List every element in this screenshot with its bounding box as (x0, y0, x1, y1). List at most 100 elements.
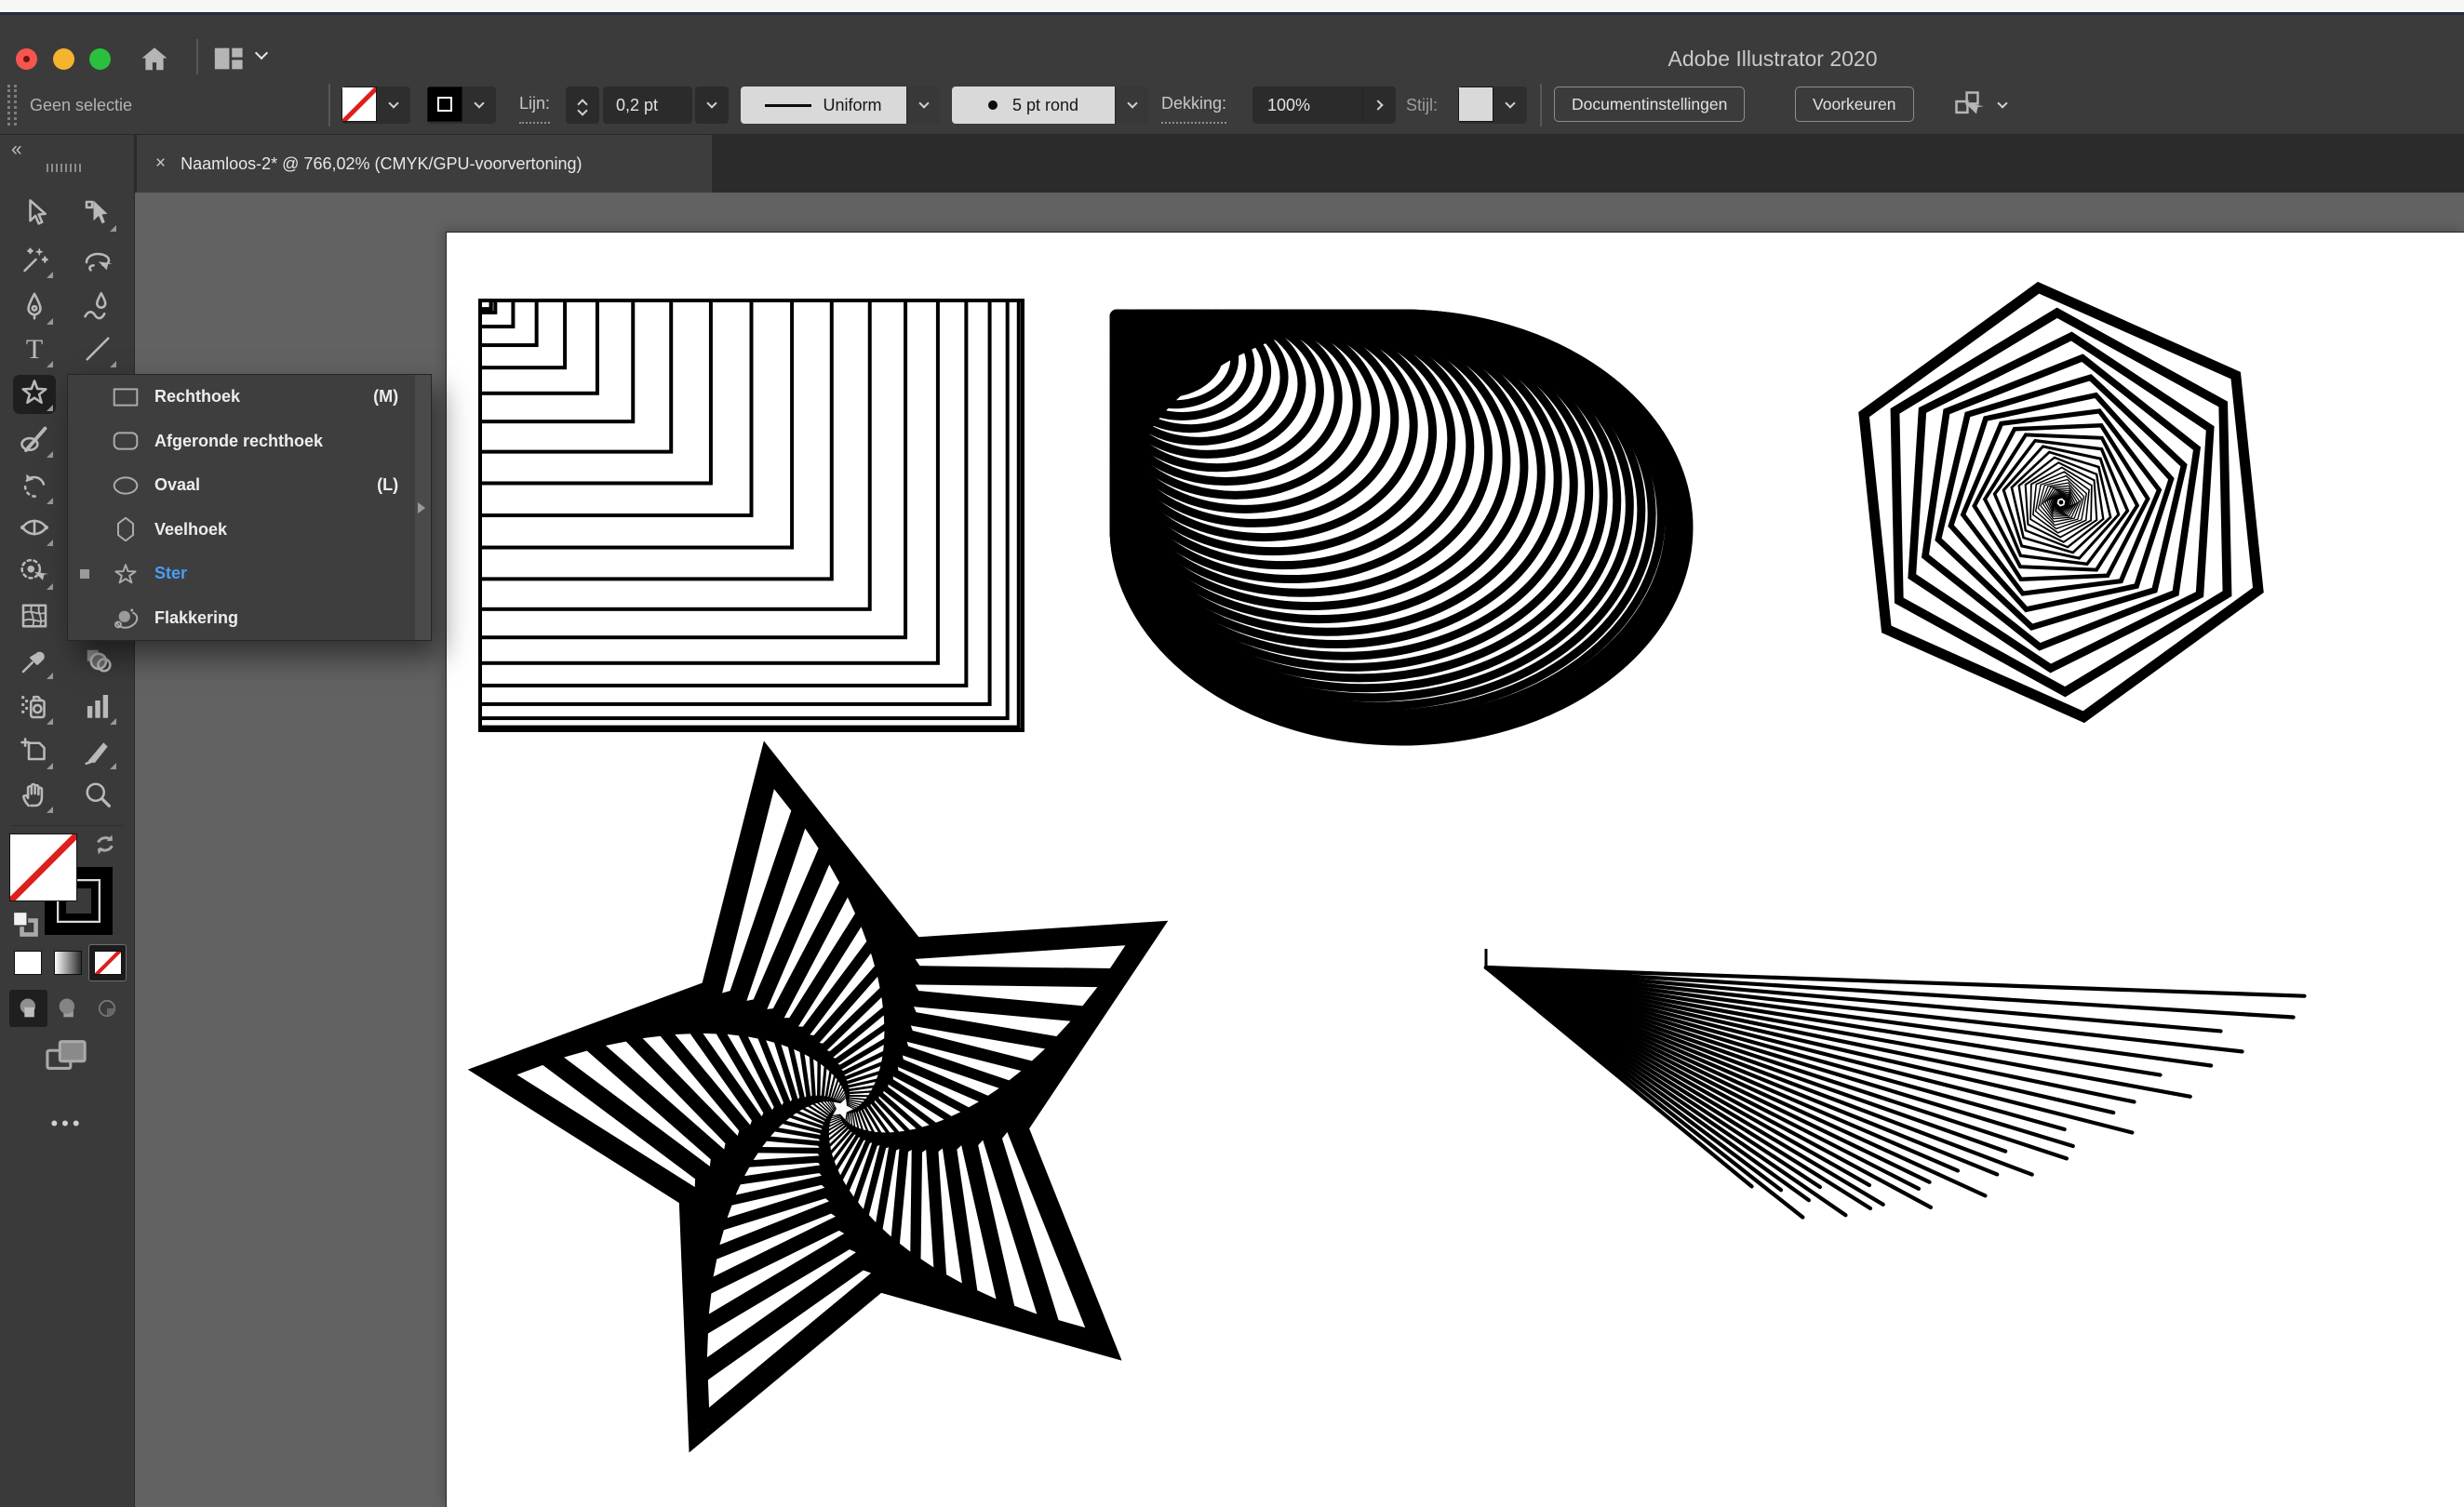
control-bar: Geen selectie Lijn: 0,2 pt Uniform (0, 74, 2464, 135)
rotate-tool[interactable] (13, 468, 56, 507)
slice-tool[interactable] (76, 733, 119, 772)
star-tool[interactable] (13, 375, 56, 414)
column-graph-tool[interactable] (76, 688, 119, 727)
artboard-icon (18, 734, 51, 772)
home-icon[interactable] (138, 43, 171, 76)
mesh-tool[interactable] (13, 598, 56, 637)
flyout-item-afgeronde-rechthoek[interactable]: Afgeronde rechthoek (68, 420, 415, 464)
color-button[interactable] (9, 944, 47, 981)
flyout-item-label: Ster (154, 564, 187, 583)
width-profile-value[interactable]: Uniform (741, 87, 906, 124)
flyout-item-label: Veelhoek (154, 520, 227, 540)
draw-normal-icon[interactable] (9, 990, 47, 1027)
flyout-item-flakkering[interactable]: Flakkering (68, 596, 415, 641)
selection-tool[interactable] (13, 195, 56, 234)
selection-icon (18, 196, 51, 234)
stroke-weight-value[interactable]: 0,2 pt (603, 87, 692, 124)
none-button[interactable] (88, 944, 127, 981)
style-dropdown[interactable] (1458, 87, 1527, 124)
align-chevron-icon[interactable] (1999, 87, 2006, 124)
fill-none-swatch[interactable] (341, 87, 377, 122)
puppet-warp-tool[interactable] (13, 553, 56, 593)
column-graph-icon (81, 689, 114, 727)
shaper-tool[interactable] (13, 421, 56, 460)
gradient-button[interactable] (49, 944, 87, 981)
hand-tool[interactable] (13, 777, 56, 816)
pen-tool[interactable] (13, 288, 56, 327)
draw-inside-icon[interactable] (88, 990, 127, 1027)
document-tab-title: Naamloos-2* @ 766,02% (CMYK/GPU-voorvert… (181, 154, 582, 174)
line-segment-tool[interactable] (76, 331, 119, 370)
workspace-switcher-icon[interactable] (210, 43, 246, 74)
stroke-color-dropdown[interactable] (427, 87, 496, 124)
stroke-weight-stepper[interactable] (566, 87, 599, 124)
stroke-weight-label[interactable]: Lijn: (519, 87, 550, 124)
polygon-icon (110, 517, 141, 541)
align-to-selection-icon[interactable] (1950, 87, 1988, 124)
flyout-tearoff-strip[interactable] (415, 375, 431, 640)
symbol-sprayer-icon (18, 689, 51, 727)
edit-toolbar-button[interactable]: ••• (50, 1112, 83, 1136)
rounded-rectangle-icon (110, 429, 141, 453)
close-window-button[interactable] (16, 48, 37, 70)
flyout-item-rechthoek[interactable]: Rechthoek(M) (68, 375, 415, 420)
preferences-button[interactable]: Voorkeuren (1795, 87, 1914, 122)
line-segment-icon (81, 332, 114, 370)
hand-icon (18, 778, 51, 816)
curvature-tool[interactable] (76, 288, 119, 327)
flyout-item-veelhoek[interactable]: Veelhoek (68, 508, 415, 553)
stroke-black-swatch[interactable] (427, 87, 462, 122)
type-icon: T (18, 332, 51, 370)
stroke-chevron-icon[interactable] (462, 87, 496, 124)
panel-drag-handle[interactable] (7, 85, 17, 126)
workspace-chevron-icon[interactable] (257, 52, 266, 58)
opacity-chevron-icon[interactable] (1362, 87, 1396, 124)
lasso-icon (81, 243, 114, 281)
type-tool[interactable]: T (13, 331, 56, 370)
symbol-sprayer-tool[interactable] (13, 688, 56, 727)
zoom-window-button[interactable] (89, 48, 111, 70)
tab-close-icon[interactable]: × (155, 153, 166, 174)
window-title: Adobe Illustrator 2020 (1667, 47, 1877, 72)
blend-tool[interactable] (76, 643, 119, 682)
draw-behind-icon[interactable] (48, 990, 87, 1027)
width-profile-dropdown[interactable]: Uniform (741, 87, 940, 124)
flyout-item-label: Flakkering (154, 608, 238, 628)
width-tool[interactable] (13, 510, 56, 549)
star-icon (110, 562, 141, 586)
fill-chevron-icon[interactable] (377, 87, 410, 124)
magic-wand-tool[interactable] (13, 242, 56, 281)
brush-chevron-icon[interactable] (1115, 87, 1148, 124)
direct-selection-tool[interactable] (76, 195, 119, 234)
artboard[interactable] (447, 233, 2464, 1507)
flyout-item-ovaal[interactable]: Ovaal(L) (68, 463, 415, 508)
lasso-tool[interactable] (76, 242, 119, 281)
brush-value[interactable]: 5 pt rond (952, 87, 1115, 124)
document-settings-button[interactable]: Documentinstellingen (1554, 87, 1745, 122)
default-fill-stroke-icon[interactable] (11, 910, 39, 938)
control-divider-2 (1540, 84, 1542, 127)
pen-icon (18, 289, 51, 327)
drawing-mode-buttons (9, 990, 127, 1027)
opacity-label[interactable]: Dekking: (1161, 87, 1226, 124)
fill-proxy-swatch[interactable] (9, 834, 77, 901)
style-chevron-icon[interactable] (1493, 87, 1527, 124)
fill-color-dropdown[interactable] (341, 87, 410, 124)
opacity-value[interactable]: 100% (1252, 96, 1362, 115)
zoom-tool[interactable] (76, 777, 119, 816)
artboard-tool[interactable] (13, 733, 56, 772)
style-swatch[interactable] (1458, 87, 1493, 122)
width-profile-chevron-icon[interactable] (906, 87, 940, 124)
screen-mode-icon[interactable] (41, 1034, 93, 1077)
opacity-field[interactable]: 100% (1252, 87, 1396, 124)
stroke-weight-chevron-icon[interactable] (695, 87, 729, 124)
document-tab[interactable]: × Naamloos-2* @ 766,02% (CMYK/GPU-voorve… (137, 135, 712, 193)
brush-dropdown[interactable]: 5 pt rond (952, 87, 1148, 124)
flyout-item-ster[interactable]: Ster (68, 552, 415, 596)
eyedropper-tool[interactable] (13, 643, 56, 682)
tools-drag-handle[interactable] (47, 164, 84, 172)
minimize-window-button[interactable] (53, 48, 74, 70)
illustrator-window: Adobe Illustrator 2020 Geen selectie Lij… (0, 0, 2464, 1507)
swap-fill-stroke-icon[interactable] (91, 831, 119, 859)
collapse-panel-button[interactable]: « (11, 139, 24, 161)
